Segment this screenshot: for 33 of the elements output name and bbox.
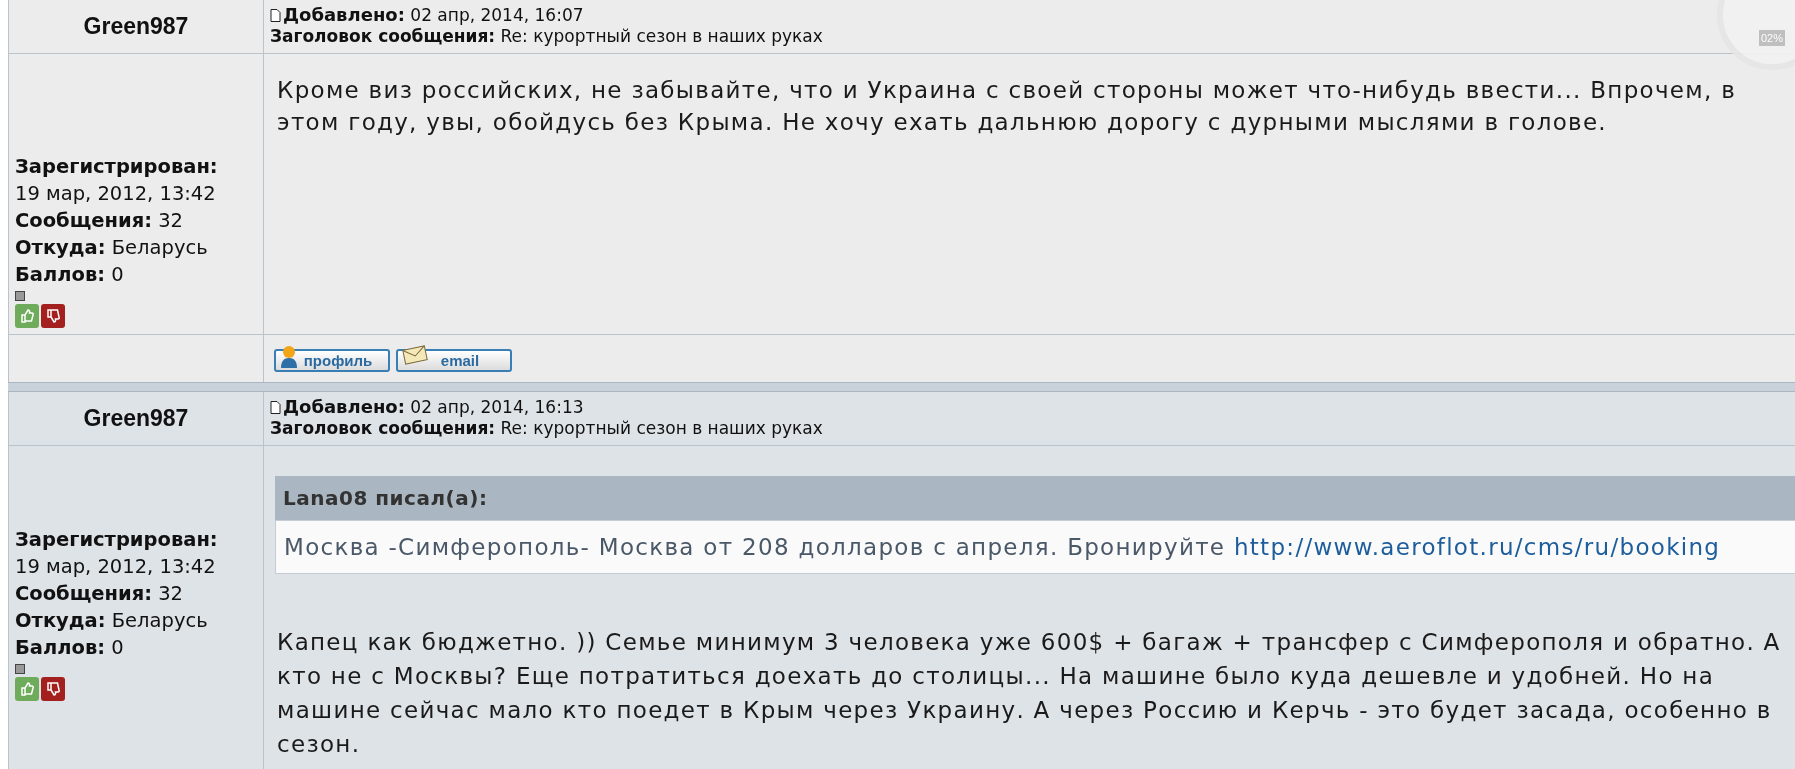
person-icon — [280, 345, 298, 369]
profile-field: Сообщения: 32 — [15, 207, 263, 234]
profile-field: Сообщения: 32 — [15, 580, 263, 607]
post-subject: Заголовок сообщения: Re: курортный сезон в наших руках — [270, 26, 823, 47]
profile-field: Баллов: 0 — [15, 261, 263, 288]
registered-date: 19 мар, 2012, 13:42 — [15, 554, 217, 580]
booking-link[interactable]: http://www.aeroflot.ru/cms/ru/booking — [1233, 534, 1721, 560]
status-icon — [15, 291, 25, 301]
post-subject: Заголовок сообщения: Re: курортный сезон в наших руках — [270, 418, 823, 439]
profile-field: Баллов: 0 — [15, 634, 263, 661]
post-date: Добавлено: 02 апр, 2014, 16:07 — [283, 4, 584, 26]
author-name: Green987 — [83, 404, 189, 434]
post-message: Капец как бюджетно. )) Семье минимум 3 человека уже 600$ + багаж + трансфер с Симферополя и обратно. А кто не с Москвы? Еще потратиться доехать до столицы... На машине было куда дешевле и удобней. Но на машине сейчас мало кто поедет в Крым через Украину. А через Россию и Керчь - это будет засада, особенно в сезон. — [277, 628, 1782, 759]
document-icon — [270, 400, 281, 414]
thumbs-up-icon[interactable] — [15, 677, 39, 701]
registered-label: Зарегистрирован: — [15, 527, 219, 553]
thumbs-down-icon[interactable] — [41, 304, 65, 328]
gauge-reading: 02% — [1759, 29, 1785, 46]
thumbs-up-icon[interactable] — [15, 304, 39, 328]
thumbs-down-icon[interactable] — [41, 677, 65, 701]
profile-button[interactable]: профиль — [274, 349, 390, 372]
document-icon — [270, 8, 281, 22]
post-date: Добавлено: 02 апр, 2014, 16:13 — [283, 396, 584, 418]
quote-text: Москва -Симферополь- Москва от 208 долларов с апреля. Бронируйте http://www.aeroflot.ru/cms/ru/booking — [284, 533, 1721, 562]
envelope-icon — [402, 345, 428, 365]
profile-field: Откуда: Беларусь — [15, 234, 263, 261]
quote-author: Lana08 писал(а): — [283, 485, 488, 512]
author-name: Green987 — [83, 12, 189, 42]
status-icon — [15, 664, 25, 674]
registered-date: 19 мар, 2012, 13:42 — [15, 181, 217, 207]
post-message: Кроме виз российских, не забывайте, что и Украина с своей стороны может что-нибудь ввести... Впрочем, в этом году, увы, обойдусь без Крыма. Не хочу ехать дальнюю дорогу с дурными мыслями в голове. — [277, 76, 1737, 137]
profile-field: Откуда: Беларусь — [15, 607, 263, 634]
registered-label: Зарегистрирован: — [15, 154, 219, 180]
